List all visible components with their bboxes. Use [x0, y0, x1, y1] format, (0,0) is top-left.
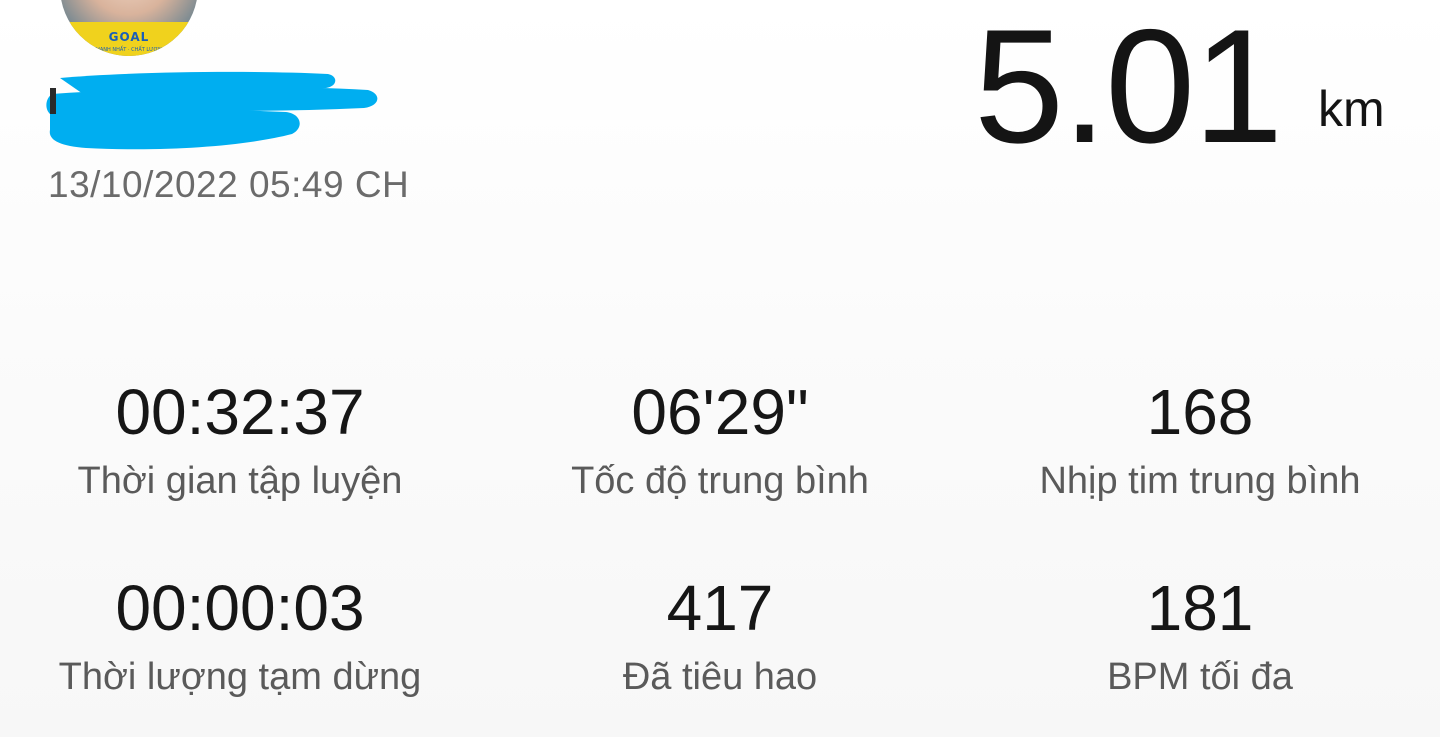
stat-label: Thời gian tập luyện: [77, 460, 403, 502]
stat-label: Đã tiêu hao: [622, 656, 818, 698]
stat-average-heart-rate: 168 Nhịp tim trung bình: [960, 372, 1440, 506]
avatar-jersey-text: GOAL: [108, 30, 150, 44]
stat-value: 00:32:37: [115, 376, 365, 448]
avatar[interactable]: GOAL NHANH NHẤT · CHẤT LƯỢNG: [60, 0, 198, 56]
stat-calories-burned: 417 Đã tiêu hao: [480, 568, 960, 702]
stat-label: Tốc độ trung bình: [571, 460, 869, 502]
distance-unit: km: [1318, 81, 1385, 137]
stat-label: Thời lượng tạm dừng: [58, 656, 422, 698]
stat-label: Nhịp tim trung bình: [1039, 460, 1361, 502]
workout-date: 13/10/2022 05:49 CH: [48, 164, 410, 205]
username-redaction: [46, 71, 378, 150]
stat-value: 168: [1146, 376, 1254, 448]
stat-value: 00:00:03: [115, 572, 365, 644]
stat-max-bpm: 181 BPM tối đa: [960, 568, 1440, 702]
stat-value: 417: [666, 572, 774, 644]
stat-value: 06'29": [631, 376, 809, 448]
stat-average-pace: 06'29" Tốc độ trung bình: [480, 372, 960, 506]
stat-value: 181: [1146, 572, 1254, 644]
distance-display: 5.01 km: [974, 2, 1385, 172]
stat-pause-duration: 00:00:03 Thời lượng tạm dừng: [0, 568, 480, 702]
avatar-jersey-subtext: NHANH NHẤT · CHẤT LƯỢNG: [92, 47, 166, 53]
stat-workout-time: 00:32:37 Thời gian tập luyện: [0, 372, 480, 506]
stat-label: BPM tối đa: [1107, 656, 1293, 698]
distance-value: 5.01: [974, 0, 1283, 177]
